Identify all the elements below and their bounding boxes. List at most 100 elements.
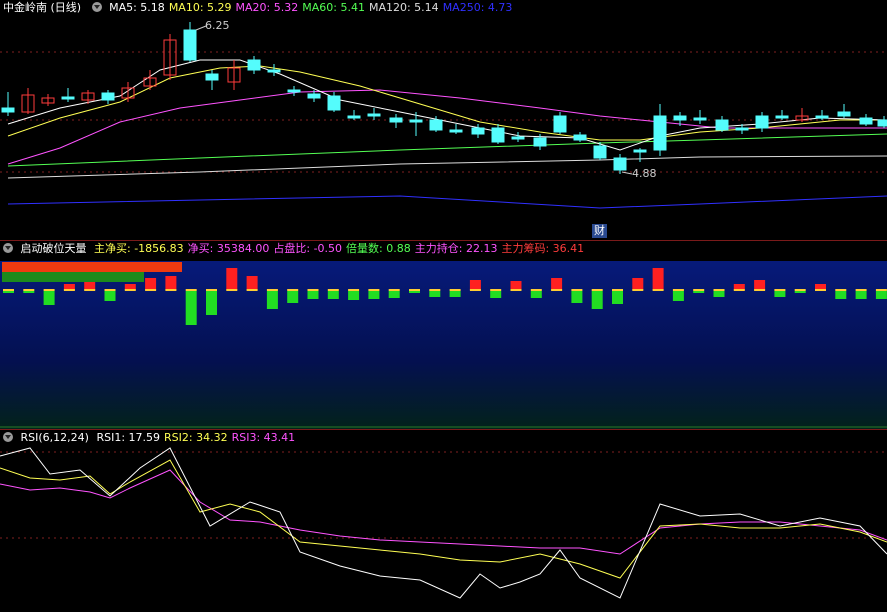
flow-bar bbox=[84, 282, 96, 290]
flow-bar bbox=[429, 291, 441, 297]
flow-bar-cap bbox=[652, 289, 664, 291]
high-price-label: 6.25 bbox=[205, 19, 230, 32]
candle-body bbox=[287, 89, 301, 93]
flow-bar bbox=[835, 291, 847, 299]
candle-body bbox=[327, 95, 341, 111]
candle-body bbox=[389, 117, 403, 123]
flow-bar bbox=[612, 291, 623, 304]
flow-bar bbox=[875, 291, 887, 299]
flow-bar-cap bbox=[23, 289, 35, 291]
candle-body bbox=[553, 115, 567, 133]
flow-bar bbox=[632, 278, 644, 290]
candle-body bbox=[491, 127, 505, 143]
candle-body bbox=[267, 69, 281, 73]
flow-legend-item-5: 主力筹码: 36.41 bbox=[501, 242, 585, 255]
flow-bar bbox=[307, 291, 319, 299]
flow-bar bbox=[246, 276, 258, 290]
flow-bar-cap bbox=[469, 289, 481, 291]
collapse-toggle-icon[interactable] bbox=[3, 243, 13, 253]
flow-legend-item-4: 主力持仓: 22.13 bbox=[414, 242, 498, 255]
candle-body bbox=[61, 96, 75, 100]
kline-panel[interactable]: 中金岭南 (日线) MA5: 5.18 MA10: 5.29 MA20: 5.32 M… bbox=[0, 0, 887, 240]
flow-bar-cap bbox=[368, 289, 380, 291]
flow-bar-cap bbox=[612, 289, 623, 291]
flow-bar bbox=[327, 291, 339, 299]
flow-summary-bar-red bbox=[2, 262, 182, 272]
rsi2-line bbox=[0, 459, 887, 579]
flow-bar bbox=[104, 291, 116, 301]
flow-bar-cap bbox=[327, 289, 339, 291]
ma-legend-item-1: MA10: 5.29 bbox=[168, 1, 232, 14]
volume-panel[interactable]: 启动破位天量 主净买: -1856.83 净买: 35384.00 占盘比: -0.… bbox=[0, 241, 887, 429]
candle-body bbox=[633, 149, 647, 153]
flow-bar-cap bbox=[510, 289, 522, 291]
flow-summary-bar-green bbox=[2, 272, 144, 282]
flow-bar-cap bbox=[672, 289, 684, 291]
candle-body bbox=[859, 117, 873, 125]
flow-bar-cap bbox=[449, 289, 461, 291]
rsi-chart[interactable] bbox=[0, 430, 887, 612]
candle-body bbox=[511, 136, 525, 140]
kline-chart[interactable] bbox=[0, 0, 887, 240]
flow-bar-cap bbox=[43, 289, 55, 291]
flow-bar bbox=[266, 291, 278, 309]
candle-body bbox=[449, 129, 463, 133]
flow-bar bbox=[693, 291, 705, 293]
flow-bar-cap bbox=[490, 289, 502, 291]
flow-bar bbox=[145, 278, 157, 290]
candle-body bbox=[815, 115, 829, 119]
stock-title: 中金岭南 (日线) bbox=[3, 1, 82, 14]
ma120-line bbox=[7, 155, 887, 179]
flow-bar bbox=[226, 268, 238, 290]
flow-bar-cap bbox=[145, 289, 157, 291]
ma-legend-item-5: MA250: 4.73 bbox=[442, 1, 513, 14]
flow-bar bbox=[713, 291, 725, 297]
candle-body bbox=[693, 117, 707, 121]
flow-bar bbox=[449, 291, 461, 297]
flow-bar bbox=[23, 291, 35, 293]
candle-body bbox=[367, 113, 381, 117]
flow-bar-cap bbox=[774, 289, 786, 291]
flow-bar-cap bbox=[733, 289, 745, 291]
flow-bar-cap bbox=[551, 289, 563, 291]
flow-bar-cap bbox=[348, 289, 360, 291]
candle-body bbox=[613, 157, 627, 171]
finance-event-marker[interactable]: 财 bbox=[592, 224, 607, 238]
flow-bar-cap bbox=[815, 289, 826, 291]
collapse-toggle-icon[interactable] bbox=[3, 432, 13, 442]
candle-body bbox=[593, 145, 607, 159]
flow-bar-cap bbox=[84, 289, 96, 291]
flow-bar-cap bbox=[875, 289, 887, 291]
collapse-toggle-icon[interactable] bbox=[91, 2, 102, 12]
flow-bar-cap bbox=[409, 289, 420, 291]
flow-bar-cap bbox=[591, 289, 603, 291]
flow-bar-cap bbox=[754, 289, 766, 291]
flow-bar-cap bbox=[104, 289, 116, 291]
candle-body bbox=[755, 115, 769, 129]
rsi-legend-item-0: RSI1: 17.59 bbox=[96, 431, 161, 444]
flow-bar bbox=[206, 291, 217, 315]
flow-bar-cap bbox=[713, 289, 725, 291]
candle-body bbox=[101, 92, 115, 101]
low-price-label: 4.88 bbox=[632, 167, 657, 180]
capital-flow-chart[interactable] bbox=[0, 241, 887, 429]
flow-bar-cap bbox=[206, 289, 217, 291]
flow-bar bbox=[652, 268, 664, 290]
candle-body bbox=[877, 119, 887, 127]
flow-bar bbox=[530, 291, 542, 298]
rsi1-line bbox=[0, 447, 887, 599]
flow-bar-cap bbox=[429, 289, 441, 291]
flow-bar-cap bbox=[794, 289, 806, 291]
kline-header: 中金岭南 (日线) MA5: 5.18 MA10: 5.29 MA20: 5.32 M… bbox=[0, 0, 520, 16]
sub1-header: 启动破位天量 主净买: -1856.83 净买: 35384.00 占盘比: -0.… bbox=[0, 241, 592, 257]
flow-bar-cap bbox=[632, 289, 644, 291]
ma-legend: MA5: 5.18 MA10: 5.29 MA20: 5.32 MA60: 5.41 M… bbox=[109, 1, 516, 14]
flow-bar bbox=[754, 280, 766, 290]
flow-bar bbox=[165, 276, 177, 290]
candle-body bbox=[1, 107, 15, 113]
capital-flow-legend: 主净买: -1856.83 净买: 35384.00 占盘比: -0.50 倍量数: … bbox=[94, 242, 588, 255]
rsi-panel[interactable]: RSI(6,12,24) RSI1: 17.59 RSI2: 34.32 RSI3:… bbox=[0, 430, 887, 612]
flow-bar-cap bbox=[530, 289, 542, 291]
ma-legend-item-4: MA120: 5.14 bbox=[368, 1, 439, 14]
candle-body bbox=[775, 115, 789, 119]
